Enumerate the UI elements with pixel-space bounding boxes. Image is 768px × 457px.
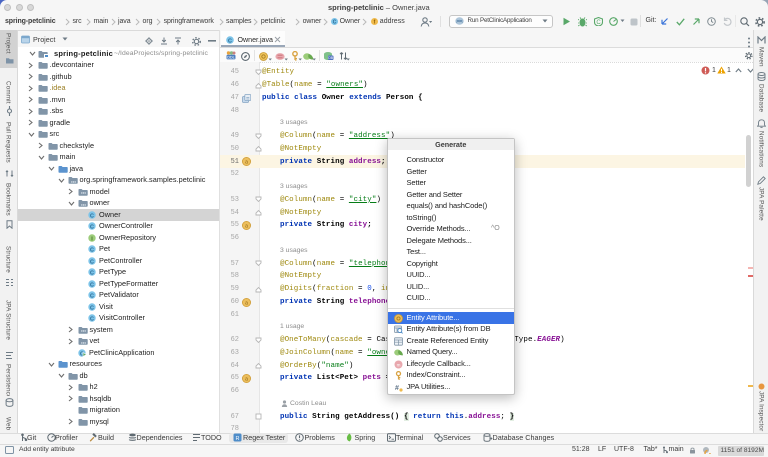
svg-text:#: # <box>395 385 399 392</box>
svg-text:DDL: DDL <box>227 56 235 60</box>
svg-text:C: C <box>90 213 94 219</box>
svg-text:a: a <box>245 377 248 383</box>
svg-text:C: C <box>332 20 336 25</box>
svg-text:a: a <box>245 160 248 166</box>
svg-text:C: C <box>228 38 232 44</box>
svg-text:C: C <box>90 259 94 265</box>
svg-text:C: C <box>90 305 94 311</box>
svg-text:C: C <box>90 317 94 323</box>
svg-text:m: m <box>397 362 401 367</box>
svg-text:R: R <box>236 436 240 442</box>
svg-text:C: C <box>90 294 94 300</box>
svg-text:C: C <box>90 225 94 231</box>
svg-text:C: C <box>90 248 94 254</box>
svg-text:C: C <box>90 282 94 288</box>
svg-text:C: C <box>90 271 94 277</box>
svg-text:C: C <box>596 20 601 26</box>
svg-text:a: a <box>245 300 248 306</box>
svg-text:DB: DB <box>328 56 333 60</box>
svg-text:a: a <box>245 224 248 230</box>
